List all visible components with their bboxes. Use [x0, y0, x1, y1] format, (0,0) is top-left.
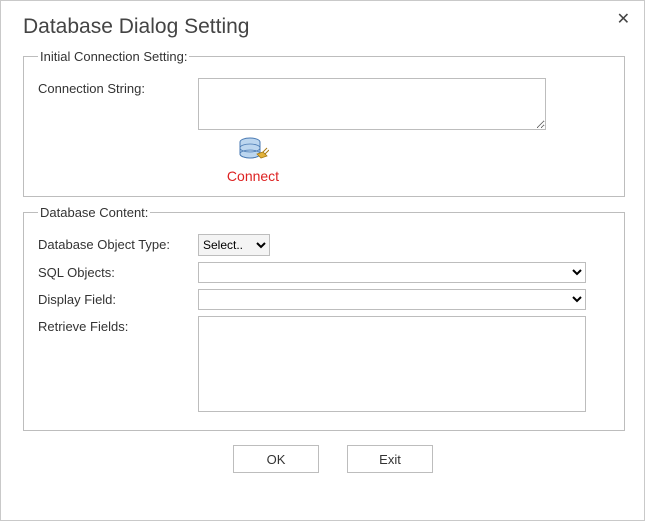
display-field-label: Display Field:: [38, 289, 198, 307]
object-type-select[interactable]: Select..: [198, 234, 270, 256]
connect-button[interactable]: Connect: [198, 136, 308, 184]
database-content-group: Database Content: Database Object Type: …: [23, 205, 625, 431]
object-type-label: Database Object Type:: [38, 234, 198, 252]
connection-string-input[interactable]: [198, 78, 546, 130]
retrieve-fields-input[interactable]: [198, 316, 586, 412]
initial-connection-legend: Initial Connection Setting:: [38, 49, 189, 64]
exit-button[interactable]: Exit: [347, 445, 433, 473]
initial-connection-group: Initial Connection Setting: Connection S…: [23, 49, 625, 197]
dialog-button-bar: OK Exit: [233, 445, 625, 473]
database-content-legend: Database Content:: [38, 205, 150, 220]
dialog-title: Database Dialog Setting: [23, 15, 625, 39]
database-dialog: ✕ Database Dialog Setting Initial Connec…: [0, 0, 645, 521]
connection-string-label: Connection String:: [38, 78, 198, 96]
database-plug-icon: [237, 136, 269, 166]
sql-objects-select[interactable]: [198, 262, 586, 283]
display-field-select[interactable]: [198, 289, 586, 310]
close-icon[interactable]: ✕: [617, 9, 630, 29]
ok-button[interactable]: OK: [233, 445, 319, 473]
retrieve-fields-label: Retrieve Fields:: [38, 316, 198, 334]
connect-label: Connect: [198, 168, 308, 184]
sql-objects-label: SQL Objects:: [38, 262, 198, 280]
